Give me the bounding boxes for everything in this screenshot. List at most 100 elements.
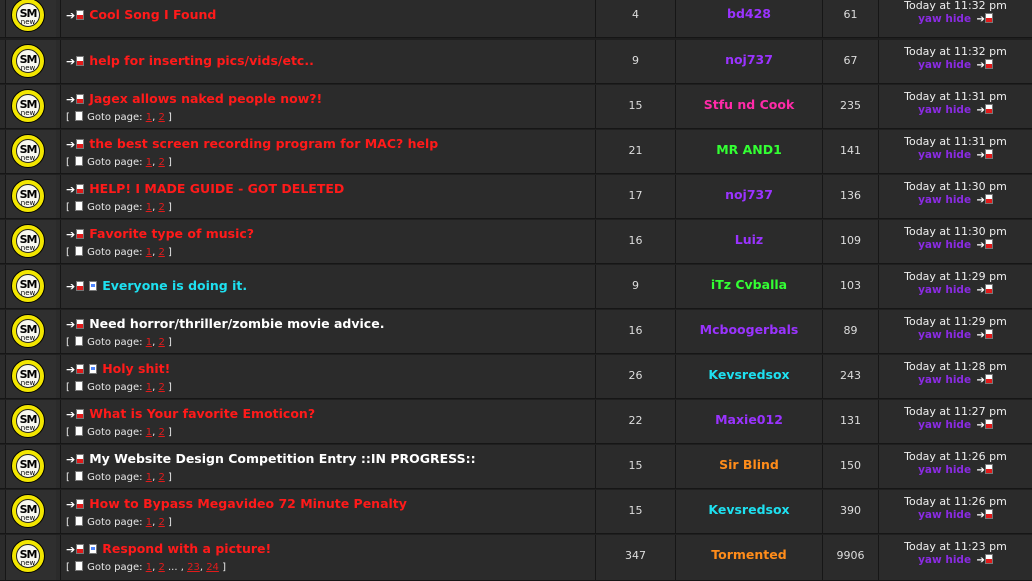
view-last-post-icon[interactable] xyxy=(984,419,993,429)
author-link[interactable]: Kevsredsox xyxy=(676,502,822,517)
goto-newest-arrow-icon[interactable]: ➔ xyxy=(66,55,75,68)
topic-title-link[interactable]: What is Your favorite Emoticon? xyxy=(89,406,315,421)
page-link[interactable]: 2 xyxy=(158,247,164,258)
page-link[interactable]: 2 xyxy=(158,562,164,573)
topic-title-link[interactable]: Everyone is doing it. xyxy=(102,278,247,293)
goto-newest-arrow-icon[interactable]: ➔ xyxy=(66,408,75,421)
last-post-user-link[interactable]: yaw hide xyxy=(918,419,971,431)
last-post-user-link[interactable]: yaw hide xyxy=(918,194,971,206)
view-last-post-arrow-icon[interactable]: ➔ xyxy=(973,60,985,71)
last-post-user-link[interactable]: yaw hide xyxy=(918,374,971,386)
view-last-post-icon[interactable] xyxy=(984,194,993,204)
view-last-post-icon[interactable] xyxy=(984,59,993,69)
view-last-post-arrow-icon[interactable]: ➔ xyxy=(973,555,985,566)
view-last-post-icon[interactable] xyxy=(984,464,993,474)
last-post-user-link[interactable]: yaw hide xyxy=(918,239,971,251)
page-link[interactable]: 1 xyxy=(146,112,152,123)
author-link[interactable]: noj737 xyxy=(676,52,822,67)
view-last-post-arrow-icon[interactable]: ➔ xyxy=(973,465,985,476)
topic-title-link[interactable]: Favorite type of music? xyxy=(89,226,254,241)
view-last-post-icon[interactable] xyxy=(984,239,993,249)
page-link[interactable]: 2 xyxy=(158,112,164,123)
page-link[interactable]: 2 xyxy=(158,517,164,528)
view-last-post-icon[interactable] xyxy=(984,284,993,294)
author-link[interactable]: bd428 xyxy=(676,6,822,21)
page-link[interactable]: 1 xyxy=(146,517,152,528)
page-link[interactable]: 23 xyxy=(187,562,200,573)
view-last-post-icon[interactable] xyxy=(984,149,993,159)
topic-title-link[interactable]: help for inserting pics/vids/etc.. xyxy=(89,53,314,68)
page-link[interactable]: 2 xyxy=(158,337,164,348)
page-link[interactable]: 2 xyxy=(158,472,164,483)
page-link[interactable]: 1 xyxy=(146,562,152,573)
author-link[interactable]: Maxie012 xyxy=(676,412,822,427)
last-post-user-link[interactable]: yaw hide xyxy=(918,464,971,476)
author-link[interactable]: iTz Cvballa xyxy=(676,277,822,292)
goto-newest-arrow-icon[interactable]: ➔ xyxy=(66,318,75,331)
topic-title-link[interactable]: My Website Design Competition Entry ::IN… xyxy=(89,451,475,466)
view-last-post-arrow-icon[interactable]: ➔ xyxy=(973,420,985,431)
view-last-post-arrow-icon[interactable]: ➔ xyxy=(973,285,985,296)
topic-title-link[interactable]: Need horror/thriller/zombie movie advice… xyxy=(89,316,384,331)
view-last-post-arrow-icon[interactable]: ➔ xyxy=(973,14,985,25)
last-post-user-link[interactable]: yaw hide xyxy=(918,509,971,521)
goto-newest-arrow-icon[interactable]: ➔ xyxy=(66,138,75,151)
view-last-post-arrow-icon[interactable]: ➔ xyxy=(973,510,985,521)
view-last-post-arrow-icon[interactable]: ➔ xyxy=(973,150,985,161)
topic-title-link[interactable]: the best screen recording program for MA… xyxy=(89,136,438,151)
goto-newest-arrow-icon[interactable]: ➔ xyxy=(66,9,75,22)
author-link[interactable]: Tormented xyxy=(676,547,822,562)
goto-newest-arrow-icon[interactable]: ➔ xyxy=(66,228,75,241)
goto-newest-arrow-icon[interactable]: ➔ xyxy=(66,363,75,376)
last-post-user-link[interactable]: yaw hide xyxy=(918,554,971,566)
author-link[interactable]: Stfu nd Cook xyxy=(676,97,822,112)
author-link[interactable]: MR AND1 xyxy=(676,142,822,157)
goto-newest-arrow-icon[interactable]: ➔ xyxy=(66,93,75,106)
page-link[interactable]: 2 xyxy=(158,427,164,438)
view-last-post-icon[interactable] xyxy=(984,374,993,384)
topic-title-link[interactable]: Holy shit! xyxy=(102,361,170,376)
page-link[interactable]: 1 xyxy=(146,202,152,213)
goto-newest-arrow-icon[interactable]: ➔ xyxy=(66,280,75,293)
view-last-post-arrow-icon[interactable]: ➔ xyxy=(973,105,985,116)
goto-newest-arrow-icon[interactable]: ➔ xyxy=(66,453,75,466)
topic-title-link[interactable]: Cool Song I Found xyxy=(89,7,216,22)
author-link[interactable]: Mcboogerbals xyxy=(676,322,822,337)
view-last-post-icon[interactable] xyxy=(984,329,993,339)
page-link[interactable]: 1 xyxy=(146,157,152,168)
topic-title-link[interactable]: Respond with a picture! xyxy=(102,541,271,556)
view-last-post-arrow-icon[interactable]: ➔ xyxy=(973,375,985,386)
last-post-user-link[interactable]: yaw hide xyxy=(918,284,971,296)
topic-title-link[interactable]: How to Bypass Megavideo 72 Minute Penalt… xyxy=(89,496,407,511)
last-post-user-link[interactable]: yaw hide xyxy=(918,149,971,161)
last-post-user-link[interactable]: yaw hide xyxy=(918,329,971,341)
author-link[interactable]: Luiz xyxy=(676,232,822,247)
page-link[interactable]: 1 xyxy=(146,337,152,348)
view-last-post-arrow-icon[interactable]: ➔ xyxy=(973,330,985,341)
view-last-post-arrow-icon[interactable]: ➔ xyxy=(973,195,985,206)
goto-newest-arrow-icon[interactable]: ➔ xyxy=(66,543,75,556)
last-post-user-link[interactable]: yaw hide xyxy=(918,59,971,71)
author-link[interactable]: noj737 xyxy=(676,187,822,202)
page-link[interactable]: 1 xyxy=(146,427,152,438)
view-last-post-arrow-icon[interactable]: ➔ xyxy=(973,240,985,251)
view-last-post-icon[interactable] xyxy=(984,104,993,114)
goto-newest-arrow-icon[interactable]: ➔ xyxy=(66,183,75,196)
page-link[interactable]: 1 xyxy=(146,472,152,483)
page-link[interactable]: 24 xyxy=(206,562,219,573)
author-link[interactable]: Kevsredsox xyxy=(676,367,822,382)
topic-title-link[interactable]: HELP! I MADE GUIDE - GOT DELETED xyxy=(89,181,344,196)
author-link[interactable]: Sir Blind xyxy=(676,457,822,472)
view-last-post-icon[interactable] xyxy=(984,509,993,519)
last-post-user-link[interactable]: yaw hide xyxy=(918,104,971,116)
page-link[interactable]: 1 xyxy=(146,247,152,258)
page-link[interactable]: 1 xyxy=(146,382,152,393)
page-link[interactable]: 2 xyxy=(158,382,164,393)
page-link[interactable]: 2 xyxy=(158,157,164,168)
goto-newest-arrow-icon[interactable]: ➔ xyxy=(66,498,75,511)
view-last-post-icon[interactable] xyxy=(984,554,993,564)
topic-title-link[interactable]: Jagex allows naked people now?! xyxy=(89,91,322,106)
page-link[interactable]: 2 xyxy=(158,202,164,213)
view-last-post-icon[interactable] xyxy=(984,13,993,23)
last-post-user-link[interactable]: yaw hide xyxy=(918,13,971,25)
